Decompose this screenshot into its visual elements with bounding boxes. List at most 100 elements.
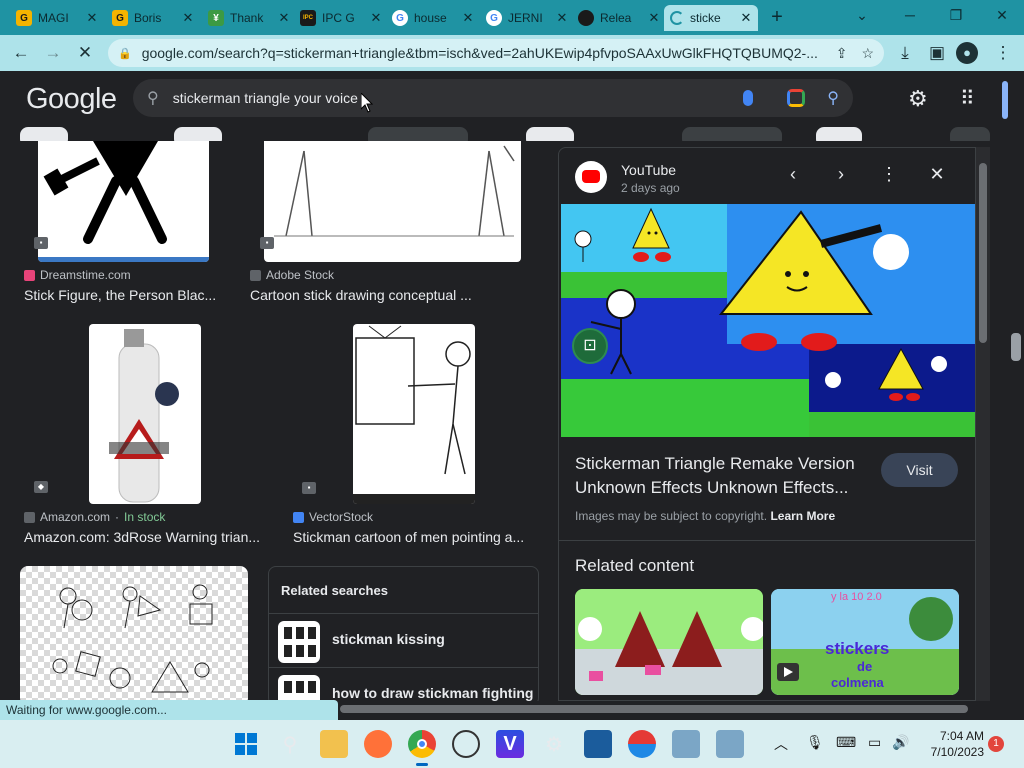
- search-box[interactable]: ⚲ stickerman triangle your voice ⚲: [133, 79, 853, 117]
- next-image-button[interactable]: ›: [829, 164, 853, 185]
- firefox-icon[interactable]: [364, 730, 392, 758]
- settings-gear-icon[interactable]: ⚙: [908, 86, 928, 112]
- panel-source[interactable]: YouTube: [621, 162, 676, 178]
- close-window-button[interactable]: ✕: [982, 4, 1022, 28]
- tab-jerni[interactable]: G JERNI ✕: [480, 5, 574, 31]
- chip[interactable]: [682, 127, 782, 141]
- related-search-item[interactable]: how to draw stickman fighting: [269, 667, 538, 701]
- panel-scroll-thumb[interactable]: [979, 163, 987, 343]
- page-scrollbar[interactable]: [1008, 71, 1024, 701]
- result-title[interactable]: Stick Figure, the Person Blac...: [24, 287, 224, 303]
- stop-loading-button[interactable]: ✕: [72, 41, 98, 65]
- chip[interactable]: [20, 127, 68, 141]
- network-icon[interactable]: ▭: [868, 734, 881, 751]
- result-source[interactable]: Adobe Stock: [250, 268, 334, 282]
- tab-close-icon[interactable]: ✕: [462, 10, 474, 26]
- network-app-icon[interactable]: [716, 730, 744, 758]
- network-app-icon[interactable]: [672, 730, 700, 758]
- visit-button[interactable]: Visit: [881, 453, 958, 487]
- learn-more-link[interactable]: Learn More: [770, 509, 835, 523]
- related-content-thumbnail[interactable]: [575, 589, 763, 695]
- panel-scrollbar[interactable]: [976, 147, 990, 701]
- minimize-button[interactable]: ─: [890, 4, 930, 28]
- horizontal-scroll-thumb[interactable]: [340, 705, 968, 713]
- page-scroll-thumb[interactable]: [1011, 333, 1021, 361]
- result-thumbnail[interactable]: [353, 324, 475, 504]
- file-explorer-icon[interactable]: [320, 730, 348, 758]
- result-title[interactable]: Amazon.com: 3dRose Warning trian...: [24, 529, 268, 545]
- result-title[interactable]: Cartoon stick drawing conceptual ...: [250, 287, 490, 303]
- result-source[interactable]: Dreamstime.com: [24, 268, 131, 282]
- url-text[interactable]: google.com/search?q=stickerman+triangle&…: [142, 45, 822, 61]
- tab-house[interactable]: G house ✕: [386, 5, 480, 31]
- chip[interactable]: [526, 127, 574, 141]
- settings-gear-icon[interactable]: ⚙: [540, 730, 568, 758]
- voice-search-mic-icon[interactable]: [743, 90, 754, 106]
- start-button-windows-icon[interactable]: [232, 730, 260, 758]
- chip[interactable]: [174, 127, 222, 141]
- result-thumbnail[interactable]: [38, 141, 209, 262]
- previous-image-button[interactable]: ‹: [781, 164, 805, 185]
- panel-title[interactable]: Stickerman Triangle Remake Version Unkno…: [575, 452, 875, 500]
- tab-search-chevron-icon[interactable]: ⌄: [842, 4, 882, 28]
- tab-close-icon[interactable]: ✕: [86, 10, 98, 26]
- result-source[interactable]: Amazon.com · In stock: [24, 510, 165, 524]
- tab-magi[interactable]: G MAGI ✕: [10, 5, 104, 31]
- tab-release[interactable]: Relea ✕: [572, 5, 666, 31]
- chip[interactable]: [368, 127, 468, 141]
- chrome-icon[interactable]: [408, 730, 436, 766]
- result-thumbnail[interactable]: [89, 324, 201, 504]
- related-search-item[interactable]: stickman kissing: [269, 613, 538, 667]
- maximize-button[interactable]: ❐: [936, 4, 976, 28]
- download-icon[interactable]: ⤓: [892, 41, 918, 65]
- tab-close-icon[interactable]: ✕: [278, 10, 290, 26]
- chip[interactable]: [950, 127, 990, 141]
- tab-close-icon[interactable]: ✕: [370, 10, 382, 26]
- tab-ipc[interactable]: IPC IPC G ✕: [294, 5, 388, 31]
- result-source[interactable]: VectorStock: [293, 510, 373, 524]
- notification-badge[interactable]: 1: [988, 736, 1004, 752]
- result-thumbnail[interactable]: [264, 141, 521, 262]
- obs-icon[interactable]: [452, 730, 480, 758]
- tab-close-icon[interactable]: ✕: [556, 10, 568, 26]
- search-input[interactable]: stickerman triangle your voice: [173, 90, 744, 106]
- app-icon[interactable]: [628, 730, 656, 758]
- google-logo[interactable]: Google: [26, 83, 117, 116]
- system-clock[interactable]: 7:04 AM 7/10/2023: [920, 728, 984, 760]
- google-apps-grid-icon[interactable]: ⠿: [960, 86, 975, 111]
- tray-chevron-up-icon[interactable]: ︿: [774, 734, 788, 754]
- tab-strip: G MAGI ✕ G Boris ✕ ¥ Thank ✕ IPC IPC G ✕…: [0, 0, 1024, 35]
- tab-close-icon[interactable]: ✕: [740, 10, 752, 26]
- result-title[interactable]: Stickman cartoon of men pointing a...: [293, 529, 533, 545]
- share-icon[interactable]: ⇪: [836, 45, 848, 62]
- tab-stickerman-active[interactable]: sticke ✕: [664, 5, 758, 31]
- media-app-icon[interactable]: [584, 730, 612, 758]
- side-panel-icon[interactable]: ▣: [924, 41, 950, 65]
- more-options-icon[interactable]: ⋮: [877, 164, 901, 185]
- forward-button[interactable]: →: [40, 41, 66, 65]
- tab-boris[interactable]: G Boris ✕: [106, 5, 200, 31]
- google-lens-icon[interactable]: [787, 89, 806, 107]
- microphone-icon[interactable]: 🎙: [806, 734, 824, 751]
- close-panel-button[interactable]: ✕: [925, 164, 949, 185]
- lens-search-icon[interactable]: ⊡: [572, 328, 608, 364]
- profile-avatar[interactable]: ●: [956, 42, 978, 64]
- vegas-icon[interactable]: V: [496, 730, 524, 758]
- search-submit-icon[interactable]: ⚲: [827, 88, 839, 108]
- bookmark-star-icon[interactable]: ☆: [861, 45, 874, 62]
- preview-image[interactable]: [561, 204, 975, 437]
- search-icon[interactable]: ⚲: [276, 730, 304, 758]
- browser-menu-icon[interactable]: ⋮: [990, 41, 1016, 65]
- back-button[interactable]: ←: [8, 41, 34, 65]
- volume-icon[interactable]: 🔊: [892, 734, 909, 751]
- result-thumbnail[interactable]: [20, 566, 248, 701]
- new-tab-button[interactable]: +: [764, 6, 790, 30]
- related-content-video-thumbnail[interactable]: y la 10 2.0 stickers de colmena: [771, 589, 959, 695]
- chip[interactable]: [816, 127, 862, 141]
- tab-close-icon[interactable]: ✕: [648, 10, 660, 26]
- keyboard-icon[interactable]: ⌨: [836, 734, 856, 751]
- tab-thank[interactable]: ¥ Thank ✕: [202, 5, 296, 31]
- related-search-label: stickman kissing: [332, 631, 445, 647]
- tab-close-icon[interactable]: ✕: [182, 10, 194, 26]
- address-bar[interactable]: 🔒 google.com/search?q=stickerman+triangl…: [108, 39, 884, 67]
